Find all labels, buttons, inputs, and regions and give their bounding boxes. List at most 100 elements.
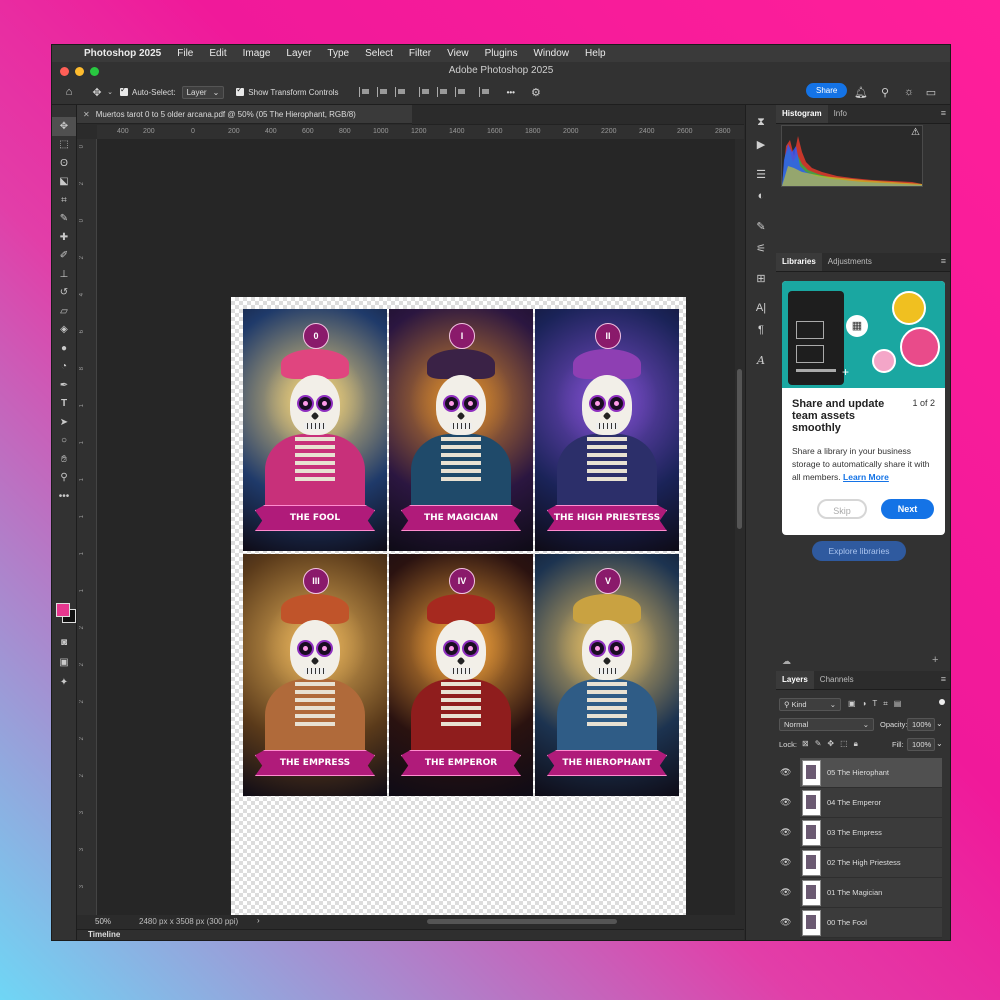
align-left-icon[interactable] xyxy=(358,87,373,97)
add-icon[interactable]: + xyxy=(932,654,938,666)
align-hcenter-icon[interactable] xyxy=(376,87,391,97)
tab-layers[interactable]: Layers xyxy=(776,671,814,689)
properties-icon[interactable]: ☰ xyxy=(746,163,776,185)
menu-plugins[interactable]: Plugins xyxy=(477,48,526,59)
timeline-tab[interactable]: Timeline xyxy=(88,930,120,939)
chevron-down-icon[interactable]: ⌄ xyxy=(936,739,943,748)
layer-row[interactable]: 👁︎ 01 The Magician xyxy=(780,878,942,908)
visibility-eye-icon[interactable]: 👁︎ xyxy=(780,797,791,808)
workspace-icon[interactable]: ▭ xyxy=(922,83,940,101)
visibility-eye-icon[interactable]: 👁︎ xyxy=(780,887,791,898)
share-button[interactable]: Share xyxy=(806,83,848,98)
chevron-down-icon[interactable]: ⌄ xyxy=(936,719,943,728)
glyphs-icon[interactable]: A xyxy=(746,349,776,371)
gear-icon[interactable]: ⚙ xyxy=(527,83,545,101)
align-top-icon[interactable] xyxy=(418,87,433,97)
auto-select-checkbox[interactable] xyxy=(120,85,128,96)
object-select-icon[interactable]: ⬕ xyxy=(52,173,76,192)
opacity-field[interactable]: 100% xyxy=(907,718,935,731)
menu-edit[interactable]: Edit xyxy=(201,48,234,59)
tab-channels[interactable]: Channels xyxy=(814,671,860,689)
canvas-area[interactable]: 0 THE FOOL I THE MAGICIAN II THE HIGH PRIESTE… xyxy=(97,139,744,940)
layer-row[interactable]: 👁︎ 05 The Hierophant xyxy=(780,758,942,788)
lasso-icon[interactable]: ʘ xyxy=(52,154,76,173)
chevron-right-icon[interactable]: › xyxy=(257,916,260,925)
chevron-down-icon[interactable]: ⌄ xyxy=(106,83,114,101)
marquee-icon[interactable]: ⬚ xyxy=(52,136,76,155)
path-select-icon[interactable]: ➤ xyxy=(52,413,76,432)
blur-icon[interactable]: ● xyxy=(52,339,76,358)
tab-info[interactable]: Info xyxy=(828,105,853,123)
vertical-ruler[interactable]: 0 2 0 2 4 6 8 1 1 1 1 1 1 2 2 2 2 2 3 3 3 xyxy=(77,139,97,915)
quick-mask-icon[interactable]: ◙ xyxy=(52,633,76,652)
menu-view[interactable]: View xyxy=(439,48,477,59)
menu-filter[interactable]: Filter xyxy=(401,48,439,59)
cloud-icon[interactable]: ☁ xyxy=(782,656,791,667)
paint-bucket-icon[interactable]: ◈ xyxy=(52,321,76,340)
layer-row[interactable]: 👁︎ 04 The Emperor xyxy=(780,788,942,818)
horizontal-ruler[interactable]: 400 200 0 200 400 600 800 1000 1200 1400 1600 1800 2… xyxy=(97,125,744,140)
menu-layer[interactable]: Layer xyxy=(278,48,319,59)
vertical-scrollbar[interactable] xyxy=(735,139,744,915)
warning-icon[interactable]: ⚠ xyxy=(911,127,920,138)
align-bottom-icon[interactable] xyxy=(454,87,469,97)
move-icon[interactable]: ✥ xyxy=(52,117,76,136)
history-panel-icon[interactable]: ⧗ xyxy=(746,111,776,133)
character-icon[interactable]: A| xyxy=(746,297,776,319)
layer-row[interactable]: 👁︎ 00 The Fool xyxy=(780,908,942,938)
learn-more-link[interactable]: Learn More xyxy=(843,472,889,482)
visibility-eye-icon[interactable]: 👁︎ xyxy=(780,917,791,928)
more-options-icon[interactable]: ••• xyxy=(507,88,515,97)
notifications-icon[interactable]: 🔔︎ xyxy=(852,83,870,101)
tab-histogram[interactable]: Histogram xyxy=(776,105,828,123)
filter-toggle-icon[interactable] xyxy=(939,699,945,705)
foreground-color-swatch[interactable] xyxy=(56,603,70,617)
healing-icon[interactable]: ✚ xyxy=(52,228,76,247)
pen-icon[interactable]: ✒ xyxy=(52,376,76,395)
search-icon[interactable]: ⚲ xyxy=(876,83,894,101)
next-button[interactable]: Next xyxy=(881,499,934,519)
menu-select[interactable]: Select xyxy=(357,48,401,59)
align-right-icon[interactable] xyxy=(394,87,409,97)
adjustments-icon[interactable]: ◐ xyxy=(746,185,776,207)
document-tab[interactable]: ✕ Muertos tarot 0 to 5 older arcana.pdf … xyxy=(77,105,412,124)
stamp-icon[interactable]: ⊥ xyxy=(52,265,76,284)
visibility-eye-icon[interactable]: 👁︎ xyxy=(780,857,791,868)
type-icon[interactable]: T xyxy=(52,395,76,414)
menu-help[interactable]: Help xyxy=(577,48,614,59)
lock-icons[interactable]: ⊠✎✥⬚🔒︎ xyxy=(802,739,864,749)
eraser-icon[interactable]: ▱ xyxy=(52,302,76,321)
horizontal-scrollbar[interactable] xyxy=(427,919,617,924)
blend-mode-dropdown[interactable]: Normal ⌄ xyxy=(779,718,874,731)
brushes-icon[interactable]: ✎ xyxy=(746,215,776,237)
crop-icon[interactable]: ⌗ xyxy=(52,191,76,210)
tab-libraries[interactable]: Libraries xyxy=(776,253,822,271)
dodge-icon[interactable]: ◔ xyxy=(52,358,76,377)
menu-app-name[interactable]: Photoshop 2025 xyxy=(80,48,169,59)
zoom-level[interactable]: 50% xyxy=(95,917,111,926)
panel-menu-icon[interactable]: ≡ xyxy=(941,108,946,118)
brush-icon[interactable]: ✐ xyxy=(52,247,76,266)
align-vcenter-icon[interactable] xyxy=(436,87,451,97)
clone-source-icon[interactable]: ⊞ xyxy=(746,267,776,289)
layer-filter-icons[interactable]: ▣◑T⌗▤ xyxy=(848,699,907,709)
hand-icon[interactable]: ✋︎ xyxy=(52,450,76,469)
zoom-icon[interactable]: ⚲ xyxy=(52,469,76,488)
menu-image[interactable]: Image xyxy=(235,48,279,59)
actions-play-icon[interactable]: ▶ xyxy=(746,133,776,155)
ellipse-icon[interactable]: ○ xyxy=(52,432,76,451)
show-transform-checkbox[interactable] xyxy=(236,85,245,96)
paragraph-icon[interactable]: ¶ xyxy=(746,319,776,341)
history-brush-icon[interactable]: ↺ xyxy=(52,284,76,303)
panel-menu-icon[interactable]: ≡ xyxy=(941,674,946,684)
menu-window[interactable]: Window xyxy=(525,48,577,59)
more-tools-icon[interactable]: ••• xyxy=(52,487,76,506)
layer-filter-kind[interactable]: ⚲ Kind ⌄ xyxy=(779,698,841,711)
explore-libraries-button[interactable]: Explore libraries xyxy=(812,541,906,561)
screen-mode-icon[interactable]: ▣ xyxy=(52,653,76,672)
discover-icon[interactable]: ☼ xyxy=(900,83,918,101)
generative-icon[interactable]: ✦ xyxy=(52,673,76,692)
panel-menu-icon[interactable]: ≡ xyxy=(941,256,946,266)
menu-type[interactable]: Type xyxy=(319,48,357,59)
skip-button[interactable]: Skip xyxy=(817,499,867,519)
